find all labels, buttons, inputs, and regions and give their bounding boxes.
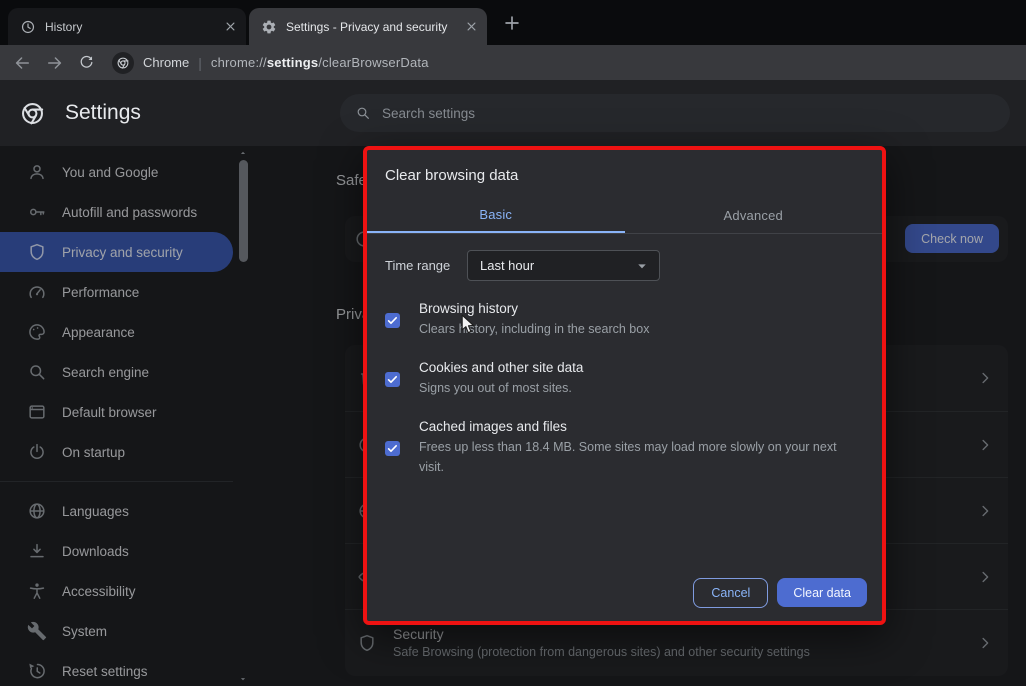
tab-title: Settings - Privacy and security bbox=[286, 20, 455, 34]
dialog-tabs: Basic Advanced bbox=[367, 197, 882, 234]
tab-close-icon[interactable] bbox=[223, 19, 238, 34]
browser-window: History Settings - Privacy and security … bbox=[0, 0, 1026, 686]
site-info-badge[interactable] bbox=[112, 52, 134, 74]
site-label: Chrome bbox=[143, 55, 189, 70]
option-title: Cookies and other site data bbox=[419, 360, 583, 375]
option-title: Cached images and files bbox=[419, 419, 861, 434]
dialog-tab-advanced[interactable]: Advanced bbox=[625, 197, 883, 233]
browser-tab-settings-privacy-and-security[interactable]: Settings - Privacy and security bbox=[249, 8, 487, 45]
reload-button[interactable] bbox=[78, 54, 95, 71]
time-range-label: Time range bbox=[385, 258, 467, 273]
option-text: Cookies and other site data Signs you ou… bbox=[419, 360, 583, 398]
new-tab-button[interactable] bbox=[501, 12, 523, 34]
time-range-row: Time range Last hour bbox=[385, 250, 864, 281]
search-placeholder: Search settings bbox=[382, 106, 475, 121]
option-text: Cached images and files Frees up less th… bbox=[419, 419, 861, 477]
tab-close-icon[interactable] bbox=[464, 19, 479, 34]
chrome-logo-icon bbox=[19, 100, 46, 127]
url-suffix: /clearBrowserData bbox=[318, 55, 428, 70]
chrome-badge-icon bbox=[116, 56, 130, 70]
dialog-tab-basic[interactable]: Basic bbox=[367, 197, 625, 233]
page-title: Settings bbox=[65, 101, 141, 125]
clear-browsing-data-dialog: Clear browsing data Basic Advanced Time … bbox=[363, 146, 886, 625]
time-range-dropdown[interactable]: Last hour bbox=[467, 250, 660, 281]
clear-option-cookies-and-other-site-data: Cookies and other site data Signs you ou… bbox=[385, 360, 864, 398]
url-prefix: chrome:// bbox=[211, 55, 267, 70]
checkbox[interactable] bbox=[385, 441, 400, 456]
url-separator: | bbox=[198, 55, 202, 71]
search-icon bbox=[355, 105, 371, 121]
caret-down-icon bbox=[633, 257, 651, 275]
checkbox[interactable] bbox=[385, 313, 400, 328]
clear-data-button[interactable]: Clear data bbox=[777, 578, 867, 607]
dialog-actions: Cancel Clear data bbox=[693, 578, 867, 608]
clear-option-browsing-history: Browsing history Clears history, includi… bbox=[385, 301, 864, 339]
tab-favicon-icon bbox=[20, 19, 36, 35]
browser-tab-history[interactable]: History bbox=[8, 8, 246, 45]
tab-strip: History Settings - Privacy and security bbox=[0, 0, 1026, 45]
tab-favicon-icon bbox=[261, 19, 277, 35]
tab-title: History bbox=[45, 20, 214, 34]
time-range-value: Last hour bbox=[480, 258, 534, 273]
mouse-cursor bbox=[461, 314, 476, 335]
back-button[interactable] bbox=[12, 53, 32, 73]
address-bar[interactable]: chrome://settings/clearBrowserData bbox=[211, 55, 429, 70]
clear-option-cached-images-and-files: Cached images and files Frees up less th… bbox=[385, 419, 864, 477]
settings-search-input[interactable]: Search settings bbox=[340, 94, 1010, 132]
option-description: Signs you out of most sites. bbox=[419, 378, 583, 398]
option-description: Frees up less than 18.4 MB. Some sites m… bbox=[419, 437, 861, 477]
navigation-bar: Chrome | chrome://settings/clearBrowserD… bbox=[0, 45, 1026, 80]
dialog-title: Clear browsing data bbox=[385, 167, 864, 184]
option-description: Clears history, including in the search … bbox=[419, 319, 649, 339]
forward-button[interactable] bbox=[45, 53, 65, 73]
url-highlight: settings bbox=[267, 55, 318, 70]
dialog-tab-label: Advanced bbox=[724, 208, 783, 223]
clear-options-list: Browsing history Clears history, includi… bbox=[385, 301, 864, 477]
dialog-body: Time range Last hour Browsing history Cl… bbox=[367, 234, 882, 477]
option-text: Browsing history Clears history, includi… bbox=[419, 301, 649, 339]
checkbox[interactable] bbox=[385, 372, 400, 387]
browser-tabs: History Settings - Privacy and security bbox=[8, 8, 490, 45]
cancel-button[interactable]: Cancel bbox=[693, 578, 768, 608]
option-title: Browsing history bbox=[419, 301, 649, 316]
dialog-tab-label: Basic bbox=[479, 207, 512, 222]
settings-header: Settings Search settings bbox=[0, 80, 1026, 146]
